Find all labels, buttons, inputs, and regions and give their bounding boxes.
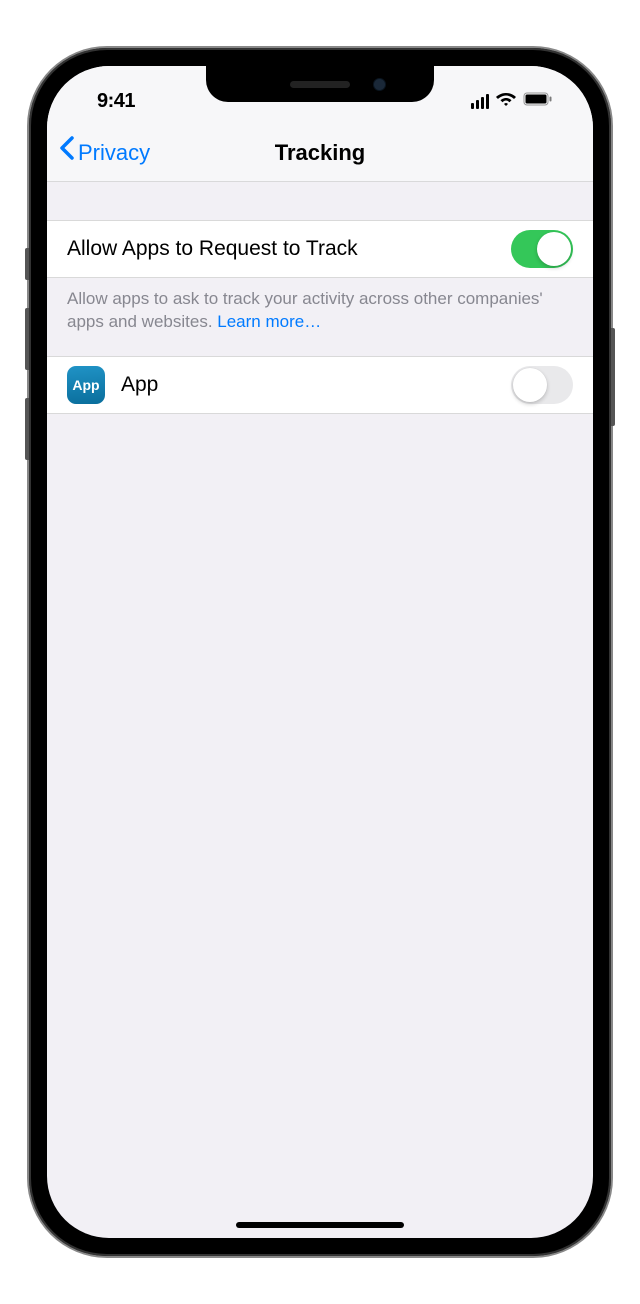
allow-tracking-toggle[interactable] — [511, 230, 573, 268]
phone-device-frame: 9:41 — [29, 48, 611, 1256]
back-button[interactable]: Privacy — [59, 140, 150, 166]
app-tracking-toggle[interactable] — [511, 366, 573, 404]
app-tracking-row: App App — [47, 356, 593, 414]
phone-screen: 9:41 — [47, 66, 593, 1238]
phone-power-button — [611, 328, 615, 426]
phone-notch — [206, 66, 434, 102]
phone-side-buttons — [25, 248, 29, 488]
status-time: 9:41 — [97, 90, 135, 113]
page-title: Tracking — [275, 140, 365, 166]
app-icon: App — [67, 366, 105, 404]
home-indicator[interactable] — [236, 1222, 404, 1228]
status-icons — [469, 91, 553, 112]
cellular-signal-icon — [469, 94, 489, 109]
allow-tracking-label: Allow Apps to Request to Track — [67, 237, 511, 261]
battery-icon — [523, 92, 553, 111]
app-name-label: App — [121, 373, 511, 397]
allow-tracking-row: Allow Apps to Request to Track — [47, 220, 593, 278]
back-label: Privacy — [78, 140, 150, 166]
navigation-bar: Privacy Tracking — [47, 124, 593, 182]
tracking-description: Allow apps to ask to track your activity… — [47, 278, 593, 356]
learn-more-link[interactable]: Learn more… — [217, 312, 321, 331]
settings-content: Allow Apps to Request to Track Allow app… — [47, 182, 593, 414]
wifi-icon — [495, 91, 517, 112]
chevron-left-icon — [59, 136, 74, 166]
